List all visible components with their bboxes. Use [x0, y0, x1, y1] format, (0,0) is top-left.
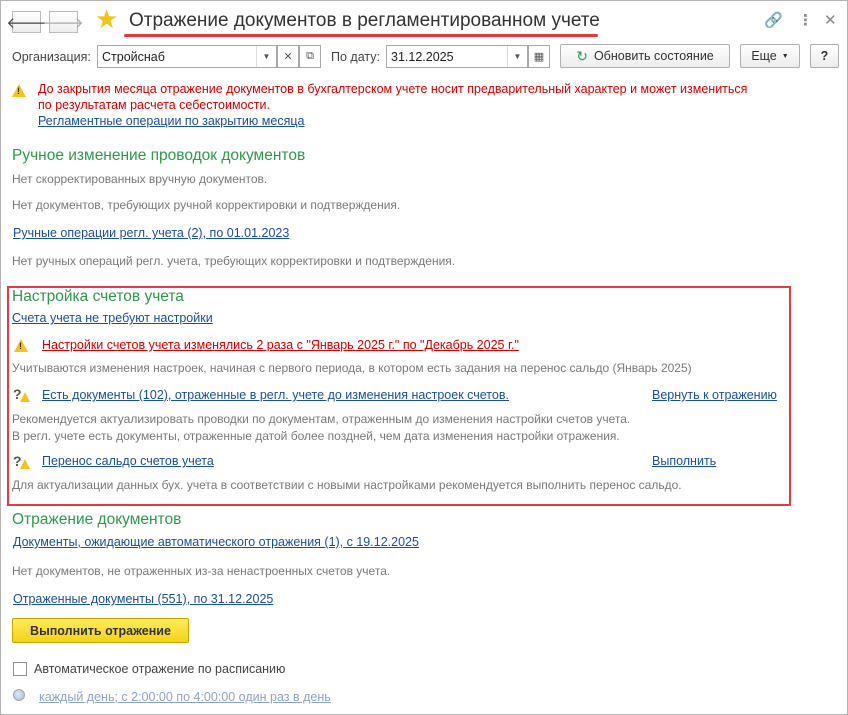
- open-button[interactable]: ⧉: [299, 45, 321, 68]
- transfer-note: Для актуализации данных бух. учета в соо…: [12, 478, 682, 492]
- warning-icon: [14, 339, 28, 352]
- docs-text-1: Нет документов, не отраженных из-за нена…: [12, 564, 391, 578]
- chevron-down-icon: ▼: [781, 52, 789, 60]
- docs-before-change-link[interactable]: Есть документы (102), отраженные в регл.…: [42, 388, 509, 402]
- date-field[interactable]: 31.12.2025 ▼: [386, 45, 528, 68]
- forward-icon: 🡒: [43, 14, 84, 32]
- warning-icon: [20, 459, 30, 469]
- chevron-down-icon[interactable]: ▼: [256, 46, 276, 67]
- manual-text-2: Нет документов, требующих ручной коррект…: [12, 198, 401, 212]
- schedule-link[interactable]: каждый день; с 2:00:00 по 4:00:00 один р…: [39, 690, 331, 704]
- help-button[interactable]: ?: [810, 44, 839, 68]
- more-icon[interactable]: ⋮: [798, 11, 813, 29]
- more-button[interactable]: Еще ▼: [740, 44, 800, 68]
- chevron-down-icon[interactable]: ▼: [507, 46, 527, 67]
- docs-section-heading: Отражение документов: [12, 511, 182, 528]
- refresh-button[interactable]: ↻ Обновить состояние: [560, 44, 730, 68]
- date-label: По дату:: [331, 50, 380, 64]
- manual-operations-link[interactable]: Ручные операции регл. учета (2), по 01.0…: [13, 226, 289, 240]
- auto-reflection-label: Автоматическое отражение по расписанию: [34, 662, 286, 676]
- organization-label: Организация:: [12, 50, 91, 64]
- balance-transfer-link[interactable]: Перенос сальдо счетов учета: [42, 454, 214, 468]
- link-icon[interactable]: 🔗: [764, 11, 783, 29]
- page-title: Отражение документов в регламентированно…: [129, 10, 600, 31]
- docs-note-1: Рекомендуется актуализировать проводки п…: [12, 412, 631, 426]
- manual-text-3: Нет ручных операций регл. учета, требующ…: [12, 254, 456, 268]
- more-label: Еще: [751, 49, 777, 63]
- manual-section-heading: Ручное изменение проводок документов: [12, 147, 306, 164]
- accounts-changed-note: Учитываются изменения настроек, начиная …: [12, 361, 692, 375]
- back-icon: 🡐: [6, 14, 47, 32]
- notice-line-2: по результатам расчета себестоимости.: [38, 98, 270, 112]
- month-close-link[interactable]: Регламентные операции по закрытию месяца: [38, 114, 304, 128]
- organization-field[interactable]: Стройснаб ▼: [97, 45, 277, 68]
- open-icon: ⧉: [306, 50, 314, 62]
- calendar-icon: ▦: [533, 51, 545, 63]
- accounts-changed-link[interactable]: Настройки счетов учета изменялись 2 раза…: [42, 338, 519, 352]
- organization-value: Стройснаб: [102, 50, 165, 64]
- execute-transfer-link[interactable]: Выполнить: [652, 454, 716, 468]
- warning-icon: [20, 392, 30, 402]
- manual-text-1: Нет скорректированных вручную документов…: [12, 172, 268, 186]
- forward-button[interactable]: 🡒: [43, 11, 84, 33]
- window: 🡐 🡒 ★ Отражение документов в регламентир…: [0, 0, 848, 715]
- title-highlight-underline: [124, 34, 598, 37]
- accounts-no-setup-link[interactable]: Счета учета не требуют настройки: [12, 311, 213, 325]
- accounts-section-heading: Настройка счетов учета: [12, 288, 184, 305]
- refresh-icon: ↻: [576, 47, 588, 64]
- warning-icon: [12, 84, 26, 97]
- docs-note-2: В регл. учете есть документы, отраженные…: [12, 429, 620, 443]
- calendar-button[interactable]: ▦: [528, 45, 550, 68]
- reflected-docs-link[interactable]: Отраженные документы (551), по 31.12.202…: [13, 592, 273, 606]
- favorite-star-icon[interactable]: ★: [95, 6, 118, 32]
- schedule-icon: [13, 689, 25, 701]
- back-button[interactable]: 🡐: [6, 11, 47, 33]
- refresh-label: Обновить состояние: [593, 49, 714, 63]
- run-reflection-button[interactable]: Выполнить отражение: [12, 618, 189, 643]
- date-value: 31.12.2025: [391, 50, 454, 64]
- notice-line-1: До закрытия месяца отражение документов …: [38, 82, 748, 96]
- close-icon[interactable]: ✕: [824, 11, 837, 29]
- clear-icon: ✕: [283, 51, 293, 63]
- return-to-reflection-link[interactable]: Вернуть к отражению: [652, 388, 777, 402]
- clear-button[interactable]: ✕: [277, 45, 299, 68]
- pending-docs-link[interactable]: Документы, ожидающие автоматического отр…: [13, 535, 419, 549]
- auto-reflection-checkbox[interactable]: [13, 662, 27, 676]
